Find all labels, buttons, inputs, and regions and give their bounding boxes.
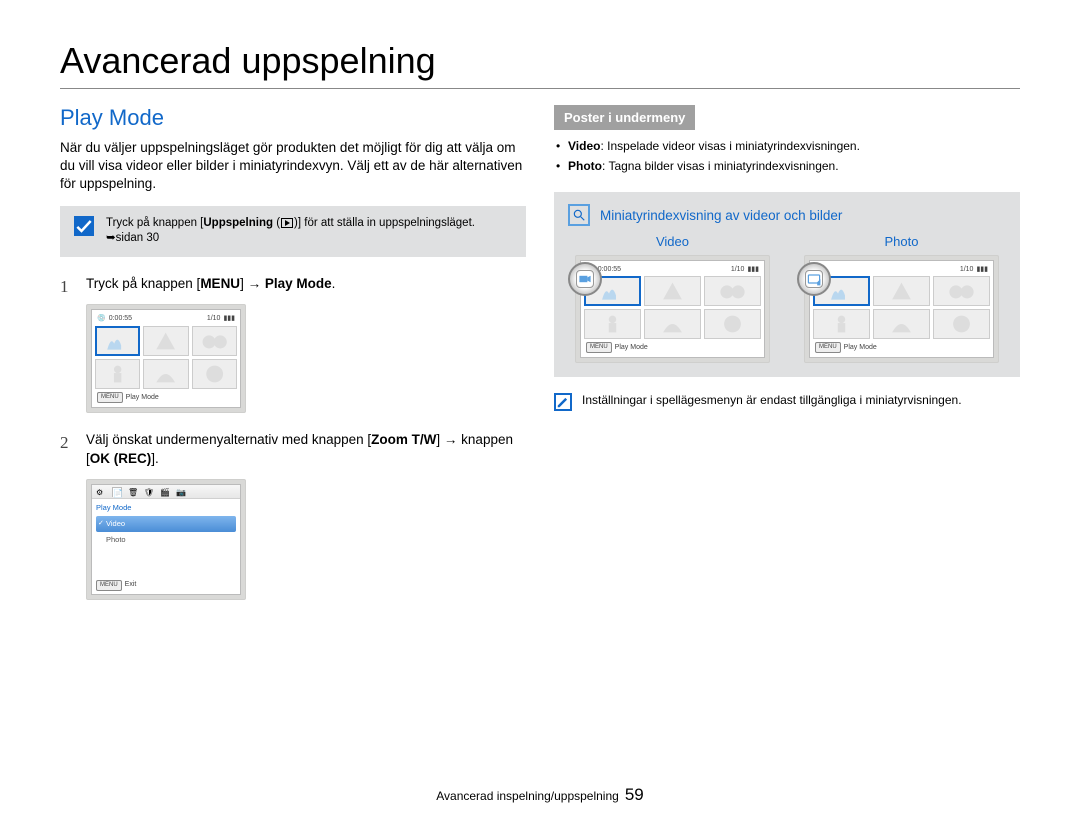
page-footer: Avancerad inspelning/uppspelning59 (0, 785, 1080, 805)
battery-icon: ▮▮▮ (976, 265, 988, 273)
menu-chip: MENU (96, 580, 122, 591)
bullet-video: Video: Inspelade videor visas i miniatyr… (554, 136, 1020, 156)
tab-icon: 🗑 (128, 487, 138, 497)
tab-icon: 📄 (112, 487, 122, 497)
step-2: Välj önskat undermenyalternativ med knap… (60, 431, 526, 599)
thumbnail (95, 326, 140, 356)
battery-icon: ▮▮▮ (747, 265, 759, 273)
lcd-thumbnail-view: 💿 0:00:55 1/10 ▮▮▮ (86, 304, 246, 414)
pencil-icon (554, 393, 572, 411)
menu-option-video: Video (96, 516, 236, 533)
tab-icon: 🛡 (144, 487, 154, 497)
tip-settings-only-thumbs: Inställningar i spellägesmenyn är endast… (554, 393, 1020, 411)
check-icon (74, 216, 94, 236)
disc-icon: 💿 (97, 314, 106, 324)
menu-option-photo: Photo (96, 532, 236, 549)
intro-paragraph: När du väljer uppspelningsläget gör prod… (60, 139, 526, 194)
lcd-photo-thumbs: 🖼 1/10 ▮▮▮ (804, 255, 999, 363)
playback-icon (281, 218, 293, 228)
tab-icon: 📷 (176, 487, 186, 497)
step-1: Tryck på knappen [MENU] → Play Mode. 💿 0… (60, 275, 526, 414)
tab-icon: 🎬 (160, 487, 170, 497)
lcd-video-thumbs: 💿 0:00:55 1/10 ▮▮▮ (575, 255, 770, 363)
note-box-playback: Tryck på knappen [Uppspelning ()] för at… (60, 206, 526, 257)
thumbnail-info-box: Miniatyrindexvisning av videor och bilde… (554, 192, 1020, 377)
battery-icon: ▮▮▮ (223, 314, 235, 324)
bullet-photo: Photo: Tagna bilder visas i miniatyrinde… (554, 156, 1020, 176)
section-heading: Play Mode (60, 105, 526, 131)
photo-label: Photo (797, 234, 1006, 249)
magnifier-icon (568, 204, 590, 226)
video-label: Video (568, 234, 777, 249)
menu-chip: MENU (97, 392, 123, 403)
tab-icon: ⚙ (96, 487, 106, 497)
page-title: Avancerad uppspelning (60, 40, 1020, 89)
lcd-menu-view: ⚙ 📄 🗑 🛡 🎬 📷 Play Mode Video Photo (86, 479, 246, 600)
submenu-header: Poster i undermeny (554, 105, 695, 130)
